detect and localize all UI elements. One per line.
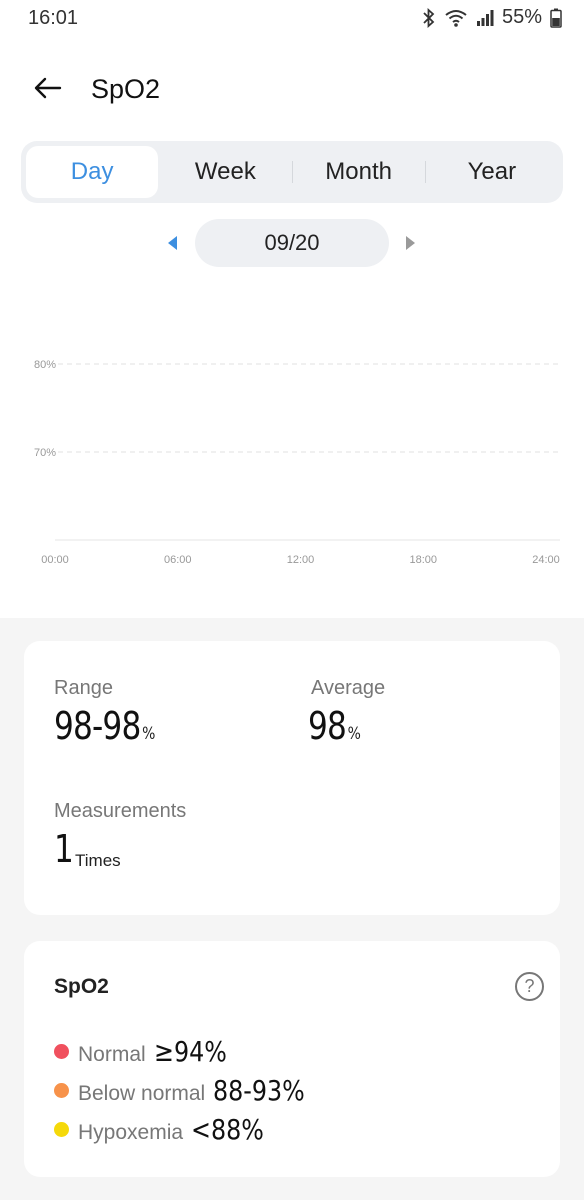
- legend-value: 88-93%: [213, 1074, 306, 1107]
- measurements-unit: Times: [75, 851, 121, 870]
- page-title: SpO2: [91, 74, 161, 104]
- signal-icon: [476, 9, 494, 27]
- hypoxemia-dot-icon: [54, 1122, 69, 1137]
- next-date-button[interactable]: [402, 234, 418, 252]
- legend-item-normal: Normal ≥94%: [54, 1035, 239, 1068]
- range-label: Range: [54, 677, 113, 699]
- average-value-group: 98%: [308, 704, 361, 748]
- spo2-chart: 80% 70% 00:00 06:00 12:00 18:00 24:00: [0, 330, 584, 580]
- legend-item-hypoxemia: Hypoxemia <88%: [54, 1113, 277, 1146]
- back-button[interactable]: [30, 72, 66, 108]
- tab-day[interactable]: Day: [26, 146, 159, 198]
- help-icon[interactable]: ?: [515, 972, 544, 1001]
- x-tick-label: 24:00: [532, 554, 560, 566]
- legend-title: SpO2: [54, 975, 109, 998]
- chevron-right-icon: [402, 236, 418, 256]
- y-tick-label: 80%: [34, 359, 56, 371]
- measurements-label: Measurements: [54, 800, 187, 822]
- range-value: 98-98: [54, 704, 141, 748]
- legend-value: ≥94%: [153, 1035, 227, 1068]
- battery-icon: [550, 8, 562, 28]
- x-tick-label: 12:00: [287, 554, 315, 566]
- chevron-left-icon: [165, 236, 181, 256]
- date-selector[interactable]: 09/20: [195, 219, 389, 267]
- back-arrow-icon: [34, 77, 62, 104]
- x-tick-label: 18:00: [409, 554, 437, 566]
- tab-month[interactable]: Month: [293, 146, 425, 198]
- normal-dot-icon: [54, 1044, 69, 1059]
- measurements-value: 1: [54, 827, 74, 871]
- range-unit: %: [142, 724, 156, 744]
- legend-label: Hypoxemia: [78, 1121, 184, 1144]
- average-value: 98: [308, 704, 347, 748]
- legend-label: Normal: [78, 1043, 146, 1066]
- period-tabs: Day Week Month Year: [21, 141, 563, 203]
- tab-year[interactable]: Year: [426, 146, 558, 198]
- legend-label: Below normal: [78, 1082, 206, 1105]
- average-unit: %: [347, 724, 361, 744]
- status-time: 16:01: [28, 7, 79, 29]
- legend-item-below-normal: Below normal 88-93%: [54, 1074, 321, 1107]
- bluetooth-icon: [422, 7, 436, 28]
- y-tick-label: 70%: [34, 447, 56, 459]
- average-label: Average: [311, 677, 386, 699]
- spo2-legend-card: SpO2 ? Normal ≥94% Below normal 88-93% H…: [24, 941, 560, 1177]
- legend-value: <88%: [191, 1113, 264, 1146]
- x-tick-label: 00:00: [41, 554, 69, 566]
- previous-date-button[interactable]: [165, 234, 181, 252]
- battery-text: 55%: [501, 6, 542, 28]
- below-normal-dot-icon: [54, 1083, 69, 1098]
- stats-card: Range 98-98% Average 98% Measurements 1 …: [24, 641, 560, 915]
- wifi-icon: [444, 8, 468, 28]
- status-icons: 55%: [422, 6, 562, 29]
- tab-week[interactable]: Week: [159, 146, 291, 198]
- range-value-group: 98-98%: [54, 704, 155, 748]
- chart-svg: 80% 70% 00:00 06:00 12:00 18:00 24:00: [34, 359, 560, 566]
- x-tick-label: 06:00: [164, 554, 192, 566]
